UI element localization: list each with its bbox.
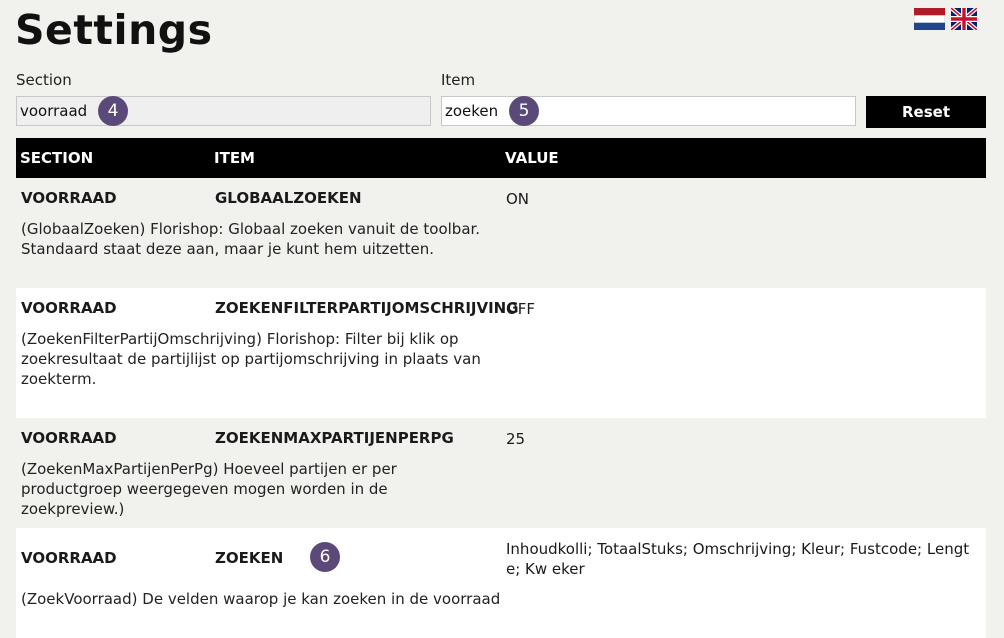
item-filter-input[interactable] <box>441 96 856 126</box>
page-title: Settings <box>15 6 213 54</box>
row-section: VOORRAAD <box>21 429 117 447</box>
step-badge-section: 4 <box>98 96 128 126</box>
table-row[interactable]: VOORRAAD ZOEKEN 6 Inhoudkolli; TotaalStu… <box>16 528 986 638</box>
row-value: OFF <box>506 300 536 318</box>
row-section: VOORRAAD <box>21 299 117 317</box>
section-label: Section <box>16 71 72 89</box>
row-section: VOORRAAD <box>21 549 117 567</box>
reset-button[interactable]: Reset <box>866 96 986 128</box>
row-description: (ZoekenMaxPartijenPerPg) Hoeveel partije… <box>21 460 397 518</box>
row-item: ZOEKENMAXPARTIJENPERPG <box>215 429 454 447</box>
table-header: SECTION ITEM VALUE <box>16 138 986 178</box>
item-label: Item <box>441 71 476 89</box>
table-row[interactable]: VOORRAAD ZOEKENFILTERPARTIJOMSCHRIJVING … <box>16 288 986 418</box>
column-header-section: SECTION <box>20 149 94 167</box>
row-section: VOORRAAD <box>21 189 117 207</box>
row-value: Inhoudkolli; TotaalStuks; Omschrijving; … <box>506 540 970 578</box>
row-value: ON <box>506 190 530 208</box>
row-item: GLOBAALZOEKEN <box>215 189 362 207</box>
column-header-value: VALUE <box>505 149 559 167</box>
row-description: (ZoekVoorraad) De velden waarop je kan z… <box>21 590 501 608</box>
row-value: 25 <box>506 430 526 448</box>
dutch-flag-icon[interactable] <box>914 8 945 30</box>
language-switcher <box>914 8 977 30</box>
row-item: ZOEKENFILTERPARTIJOMSCHRIJVING <box>215 299 519 317</box>
row-description: (ZoekenFilterPartijOmschrijving) Florish… <box>21 330 481 388</box>
section-filter-input[interactable] <box>16 96 431 126</box>
table-row[interactable]: VOORRAAD ZOEKENMAXPARTIJENPERPG 25 (Zoek… <box>16 418 986 528</box>
row-description: (GlobaalZoeken) Florishop: Globaal zoeke… <box>21 220 481 258</box>
table-row[interactable]: VOORRAAD GLOBAALZOEKEN ON (GlobaalZoeken… <box>16 178 986 288</box>
column-header-item: ITEM <box>214 149 255 167</box>
step-badge-item: 5 <box>509 96 539 126</box>
row-item: ZOEKEN <box>215 549 284 567</box>
step-badge-row: 6 <box>310 542 340 572</box>
uk-flag-icon[interactable] <box>951 8 977 30</box>
